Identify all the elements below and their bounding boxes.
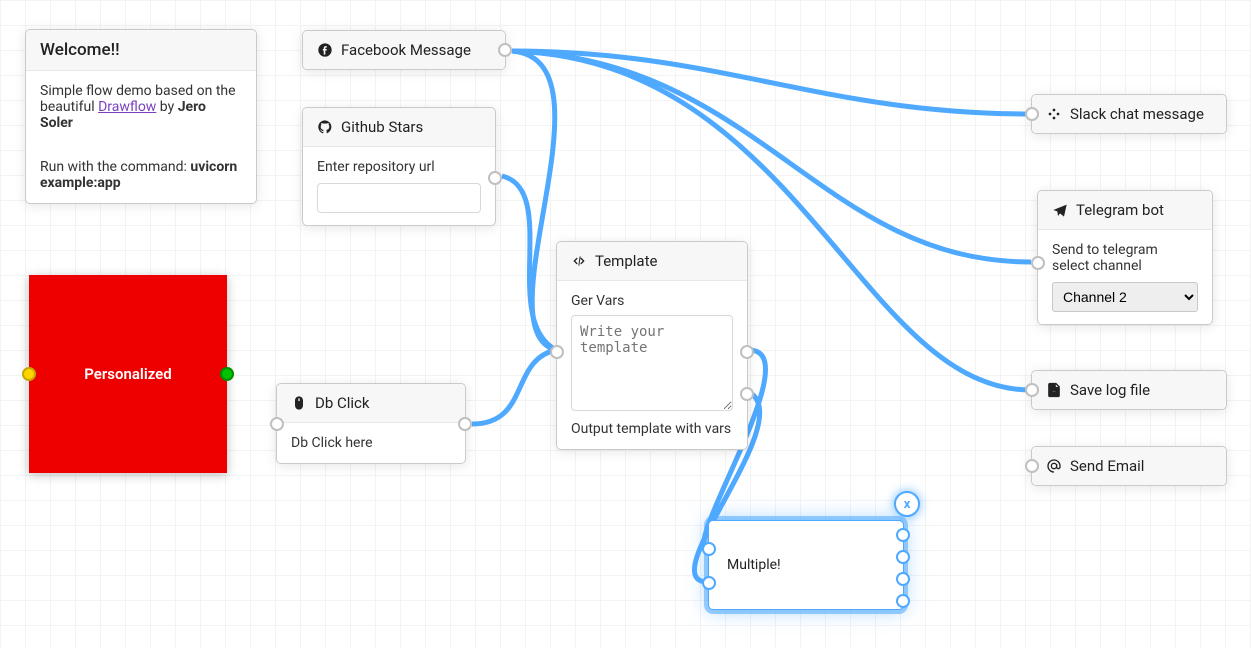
log-input-port[interactable]	[1025, 383, 1039, 397]
facebook-node[interactable]: Facebook Message	[302, 30, 506, 70]
log-node[interactable]: Save log file	[1031, 370, 1227, 410]
dbclick-body: Db Click here	[277, 423, 465, 463]
template-title: Template	[595, 252, 657, 270]
personalized-output-port[interactable]	[220, 367, 234, 381]
drawflow-link[interactable]: Drawflow	[98, 99, 156, 115]
telegram-channel-select[interactable]: Channel 1Channel 2Channel 3	[1052, 282, 1198, 312]
multiple-output-port-4[interactable]	[896, 594, 910, 608]
github-title: Github Stars	[341, 118, 423, 136]
telegram-desc1: Send to telegram	[1052, 242, 1198, 258]
facebook-title: Facebook Message	[341, 41, 471, 59]
multiple-input-port-2[interactable]	[702, 576, 716, 590]
at-icon	[1046, 458, 1062, 474]
welcome-text-mid: by	[156, 99, 177, 115]
slack-input-port[interactable]	[1025, 107, 1039, 121]
multiple-output-port-2[interactable]	[896, 550, 910, 564]
template-output-port-2[interactable]	[740, 387, 754, 401]
log-title: Save log file	[1070, 381, 1150, 399]
facebook-icon	[317, 42, 333, 58]
multiple-input-port-1[interactable]	[702, 542, 716, 556]
slack-node[interactable]: Slack chat message	[1031, 94, 1227, 134]
personalized-node[interactable]: Personalized	[29, 275, 227, 473]
welcome-run-prefix: Run with the command:	[40, 159, 190, 175]
telegram-node[interactable]: Telegram bot Send to telegram select cha…	[1037, 190, 1213, 325]
multiple-output-port-1[interactable]	[896, 528, 910, 542]
telegram-desc2: select channel	[1052, 258, 1198, 274]
welcome-card: Welcome!! Simple flow demo based on the …	[25, 29, 257, 204]
telegram-input-port[interactable]	[1031, 256, 1045, 270]
mouse-icon	[291, 395, 307, 411]
email-title: Send Email	[1070, 457, 1144, 475]
template-node[interactable]: Template Ger Vars Output template with v…	[556, 241, 748, 450]
github-output-port[interactable]	[488, 171, 502, 185]
template-footer: Output template with vars	[571, 421, 733, 437]
welcome-title: Welcome!!	[26, 30, 256, 71]
slack-title: Slack chat message	[1070, 105, 1204, 123]
facebook-output-port[interactable]	[498, 43, 512, 57]
slack-icon	[1046, 106, 1062, 122]
github-input-label: Enter repository url	[317, 159, 481, 175]
telegram-title: Telegram bot	[1076, 201, 1164, 219]
flow-canvas[interactable]: Welcome!! Simple flow demo based on the …	[0, 0, 1251, 648]
dbclick-input-port[interactable]	[270, 417, 284, 431]
telegram-icon	[1052, 202, 1068, 218]
github-icon	[317, 119, 333, 135]
save-file-icon	[1046, 382, 1062, 398]
dbclick-title: Db Click	[315, 394, 370, 412]
dbclick-node[interactable]: Db Click Db Click here	[276, 383, 466, 464]
multiple-output-port-3[interactable]	[896, 572, 910, 586]
personalized-input-port[interactable]	[22, 367, 36, 381]
email-input-port[interactable]	[1025, 459, 1039, 473]
multiple-label: Multiple!	[727, 557, 781, 573]
personalized-label: Personalized	[84, 365, 171, 383]
github-url-input[interactable]	[317, 183, 481, 213]
github-node[interactable]: Github Stars Enter repository url	[302, 107, 496, 226]
template-textarea[interactable]	[571, 315, 733, 411]
welcome-body: Simple flow demo based on the beautiful …	[26, 71, 256, 203]
template-vars-label: Ger Vars	[571, 293, 733, 309]
dbclick-output-port[interactable]	[458, 417, 472, 431]
code-icon	[571, 253, 587, 269]
multiple-node[interactable]: Multiple!	[708, 520, 904, 610]
delete-node-button[interactable]: x	[894, 491, 920, 517]
template-input-port[interactable]	[550, 345, 564, 359]
template-output-port-1[interactable]	[740, 345, 754, 359]
email-node[interactable]: Send Email	[1031, 446, 1227, 486]
